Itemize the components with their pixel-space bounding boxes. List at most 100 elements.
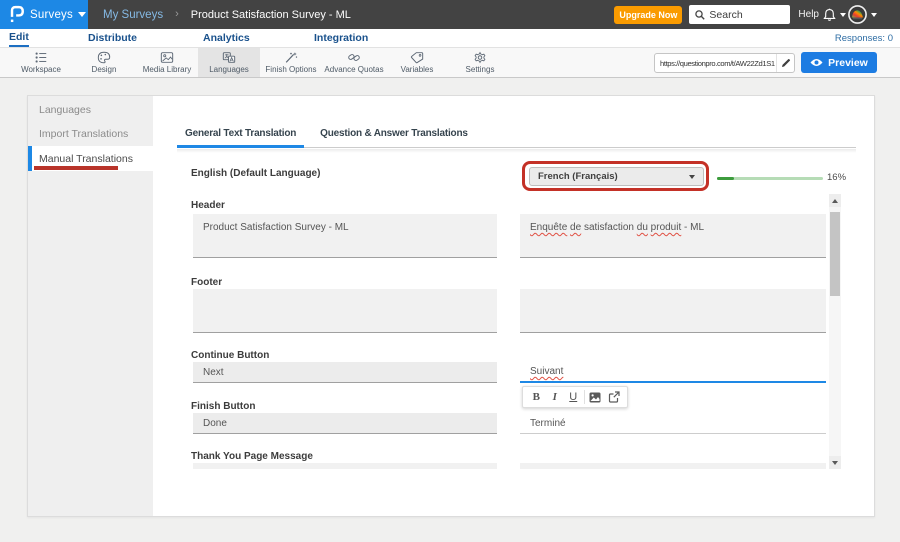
toolbar-item-label: Design bbox=[92, 65, 117, 74]
sidebar-item-languages[interactable]: Languages bbox=[28, 98, 153, 122]
chevron-down-icon bbox=[78, 12, 86, 17]
continue-source-input[interactable]: Next bbox=[193, 362, 497, 383]
settings-icon bbox=[473, 51, 487, 64]
insert-image-button[interactable] bbox=[587, 389, 603, 405]
breadcrumb: My Surveys › Product Satisfaction Survey… bbox=[103, 0, 351, 29]
upgrade-now-button[interactable]: Upgrade Now bbox=[614, 6, 682, 24]
edit-url-button[interactable] bbox=[776, 54, 794, 72]
finish-target-input[interactable]: Terminé bbox=[520, 413, 826, 434]
languages-panel: Languages Import Translations Manual Tra… bbox=[27, 95, 875, 517]
translation-progress-bar bbox=[717, 177, 823, 180]
image-icon bbox=[589, 392, 601, 403]
continue-target-input[interactable]: Suivant bbox=[520, 362, 826, 383]
product-name: Surveys bbox=[30, 9, 73, 21]
triangle-up-icon bbox=[832, 199, 838, 203]
footer-source-textarea[interactable] bbox=[193, 289, 497, 333]
survey-url-input[interactable] bbox=[655, 59, 776, 68]
menu-item-integration[interactable]: Integration bbox=[314, 29, 368, 47]
target-language-select[interactable]: French (Français) bbox=[529, 167, 704, 186]
chevron-down-icon bbox=[871, 13, 877, 17]
translation-progress-fill bbox=[717, 177, 734, 180]
toolbar-item-label: Workspace bbox=[21, 65, 61, 74]
breadcrumb-separator-icon: › bbox=[175, 8, 179, 20]
survey-menu-bar: Edit Distribute Analytics Integration Re… bbox=[0, 29, 900, 48]
vertical-scrollbar[interactable] bbox=[829, 194, 841, 469]
row-label-thank-you: Thank You Page Message bbox=[191, 451, 313, 462]
product-switcher[interactable]: Surveys bbox=[0, 0, 88, 29]
footer-target-textarea[interactable] bbox=[520, 289, 826, 333]
variables-icon bbox=[410, 51, 424, 64]
finish-source-input[interactable]: Done bbox=[193, 413, 497, 434]
row-label-finish-button: Finish Button bbox=[191, 401, 255, 412]
source-language-label: English (Default Language) bbox=[191, 168, 320, 179]
tab-question-answer-translations[interactable]: Question & Answer Translations bbox=[312, 123, 476, 148]
menu-item-edit[interactable]: Edit bbox=[9, 29, 29, 47]
search-input[interactable] bbox=[709, 9, 785, 21]
toolbar-item-label: Languages bbox=[209, 65, 249, 74]
bold-button[interactable]: B bbox=[528, 389, 544, 405]
help-link[interactable]: Help bbox=[798, 9, 819, 20]
translation-progress-label: 16% bbox=[827, 172, 846, 183]
breadcrumb-my-surveys[interactable]: My Surveys bbox=[103, 9, 163, 21]
advance-quotas-icon bbox=[347, 51, 361, 64]
survey-url-box bbox=[654, 53, 795, 73]
toolbar-item-settings[interactable]: Settings bbox=[449, 48, 511, 77]
translation-tabbar: General Text Translation Question & Answ… bbox=[177, 123, 856, 148]
scroll-down-button[interactable] bbox=[829, 456, 841, 469]
thankyou-target-textarea[interactable] bbox=[520, 463, 826, 469]
edit-toolbar: Workspace Design Media Library Languages bbox=[0, 48, 900, 78]
top-navbar: Surveys My Surveys › Product Satisfactio… bbox=[0, 0, 900, 29]
target-language-value: French (Français) bbox=[538, 171, 689, 182]
toolbar-item-label: Finish Options bbox=[265, 65, 316, 74]
scroll-up-button[interactable] bbox=[829, 194, 841, 207]
toolbar-item-design[interactable]: Design bbox=[73, 48, 135, 77]
pencil-icon bbox=[781, 58, 791, 68]
media-library-icon bbox=[160, 51, 174, 64]
account-menu[interactable] bbox=[848, 5, 877, 24]
header-target-textarea[interactable]: Enquête de satisfaction du produit - ML bbox=[520, 214, 826, 258]
italic-button[interactable]: I bbox=[547, 389, 563, 405]
search-icon bbox=[695, 10, 705, 20]
toolbar-item-label: Settings bbox=[466, 65, 495, 74]
toolbar-item-workspace[interactable]: Workspace bbox=[10, 48, 72, 77]
thankyou-source-textarea[interactable] bbox=[193, 463, 497, 469]
search-box[interactable] bbox=[689, 5, 790, 24]
toolbar-item-media-library[interactable]: Media Library bbox=[136, 48, 198, 77]
avatar bbox=[848, 5, 867, 24]
notifications-menu[interactable] bbox=[823, 8, 846, 22]
preview-button[interactable]: Preview bbox=[801, 52, 877, 73]
scrollbar-thumb[interactable] bbox=[830, 212, 840, 296]
language-selector-row: English (Default Language) French (Franç… bbox=[153, 156, 875, 196]
page-title: Product Satisfaction Survey - ML bbox=[191, 9, 351, 21]
toolbar-item-label: Media Library bbox=[143, 65, 191, 74]
sidebar-item-import-translations[interactable]: Import Translations bbox=[28, 122, 153, 146]
responses-count[interactable]: Responses: 0 bbox=[835, 29, 893, 47]
translation-rows-viewport: Header Product Satisfaction Survey - ML … bbox=[153, 194, 829, 469]
insert-link-button[interactable] bbox=[606, 389, 622, 405]
toolbar-item-label: Variables bbox=[401, 65, 434, 74]
sidebar-item-manual-translations[interactable]: Manual Translations bbox=[28, 146, 153, 171]
preview-label: Preview bbox=[828, 57, 868, 69]
toolbar-item-advance-quotas[interactable]: Advance Quotas bbox=[323, 48, 385, 77]
toolbar-item-variables[interactable]: Variables bbox=[386, 48, 448, 77]
external-link-icon bbox=[608, 391, 620, 403]
format-toolbar: B I U bbox=[522, 386, 628, 408]
menu-item-distribute[interactable]: Distribute bbox=[88, 29, 137, 47]
row-label-continue-button: Continue Button bbox=[191, 350, 269, 361]
menu-item-analytics[interactable]: Analytics bbox=[203, 29, 250, 47]
triangle-down-icon bbox=[832, 461, 838, 465]
design-icon bbox=[97, 51, 111, 64]
format-toolbar-divider bbox=[584, 390, 585, 404]
row-label-footer: Footer bbox=[191, 277, 222, 288]
bell-icon bbox=[823, 8, 836, 22]
toolbar-item-finish-options[interactable]: Finish Options bbox=[260, 48, 322, 77]
underline-button[interactable]: U bbox=[565, 389, 581, 405]
chevron-down-icon bbox=[840, 13, 846, 17]
header-source-textarea[interactable]: Product Satisfaction Survey - ML bbox=[193, 214, 497, 258]
tab-general-text-translation[interactable]: General Text Translation bbox=[177, 123, 304, 148]
languages-side-nav: Languages Import Translations Manual Tra… bbox=[28, 96, 153, 516]
row-label-header: Header bbox=[191, 200, 225, 211]
toolbar-item-languages[interactable]: Languages bbox=[198, 48, 260, 77]
finish-options-icon bbox=[284, 51, 298, 64]
languages-icon bbox=[222, 51, 236, 64]
